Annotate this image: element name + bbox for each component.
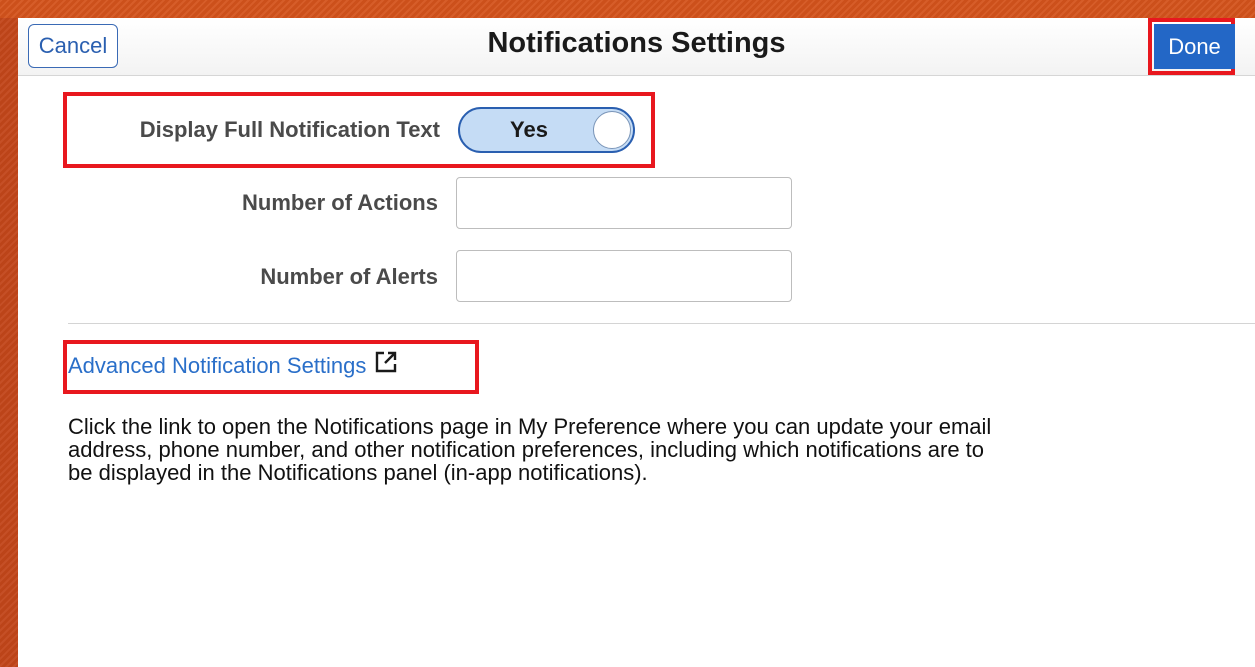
number-of-alerts-input[interactable] (456, 250, 792, 302)
advanced-link-label: Advanced Notification Settings (68, 353, 367, 378)
display-full-text-toggle[interactable]: Yes (458, 107, 635, 153)
toggle-value: Yes (510, 117, 548, 142)
advanced-notification-settings-link[interactable]: Advanced Notification Settings (68, 350, 398, 381)
notifications-settings-dialog: Cancel Notifications Settings Done Displ… (18, 18, 1255, 667)
dialog-header: Cancel Notifications Settings Done (18, 18, 1255, 76)
number-of-actions-label: Number of Actions (242, 190, 438, 215)
done-button[interactable]: Done (1154, 24, 1235, 69)
section-divider (68, 323, 1255, 324)
window-frame-top (0, 0, 1255, 18)
description-text: Click the link to open the Notifications… (68, 414, 992, 485)
external-link-icon (374, 350, 398, 381)
number-of-actions-input[interactable] (456, 177, 792, 229)
display-full-text-label: Display Full Notification Text (139, 117, 440, 142)
page-title: Notifications Settings (487, 27, 786, 59)
toggle-knob[interactable] (593, 111, 631, 149)
number-of-alerts-label: Number of Alerts (260, 264, 438, 289)
